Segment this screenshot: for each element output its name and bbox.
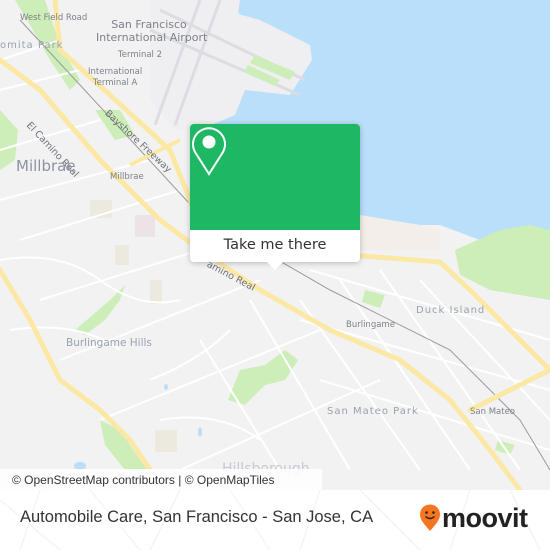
block-4 [155,430,177,452]
label-burlingame-hills: Burlingame Hills [66,337,152,349]
moovit-wordmark: moovit [442,503,528,533]
label-west-field-road: West Field Road [20,13,88,23]
label-terminal-2: Terminal 2 [118,50,163,60]
label-lomita-park: omita Park [0,40,64,51]
label-millbrae-station: Millbrae [110,172,144,182]
footer: Automobile Care, San Francisco - San Jos… [0,490,550,550]
block-3 [150,280,162,304]
block-pink [135,215,155,237]
label-airport-line1: San Francisco [111,18,187,31]
park-small-1 [362,290,385,308]
take-me-there-button[interactable]: Take me there [190,230,360,262]
label-airport: San Francisco International Airport [96,18,208,44]
location-popup: Take me there [190,124,360,270]
label-millbrae: Millbrae [16,157,76,175]
label-duck-island: Duck Island [416,305,486,316]
park-central [228,350,298,405]
popup-header [190,124,360,230]
label-san-mateo-park: San Mateo Park [327,406,419,417]
block-2 [115,245,129,265]
map-pin-icon [192,127,226,176]
label-airport-line2: International Airport [96,31,208,44]
map[interactable]: West Field Road omita Park San Francisco… [0,0,550,490]
label-san-mateo: San Mateo [470,407,515,417]
map-attribution[interactable]: © OpenStreetMap contributors | © OpenMap… [0,469,322,490]
park-burlingame-hills [75,285,125,335]
label-intl-terminal: International Terminal A [88,67,142,89]
pond-2 [198,427,202,437]
label-intl-terminal-line2: Terminal A [92,78,138,88]
popup-pointer [266,261,284,270]
location-title: Automobile Care, San Francisco - San Jos… [20,508,374,526]
highway-280 [0,267,153,473]
moovit-pin-smile-icon [420,504,440,531]
moovit-logo[interactable]: moovit [419,503,528,533]
pond-1 [164,384,168,390]
label-burlingame: Burlingame [346,320,395,330]
label-intl-terminal-line1: International [88,67,143,77]
